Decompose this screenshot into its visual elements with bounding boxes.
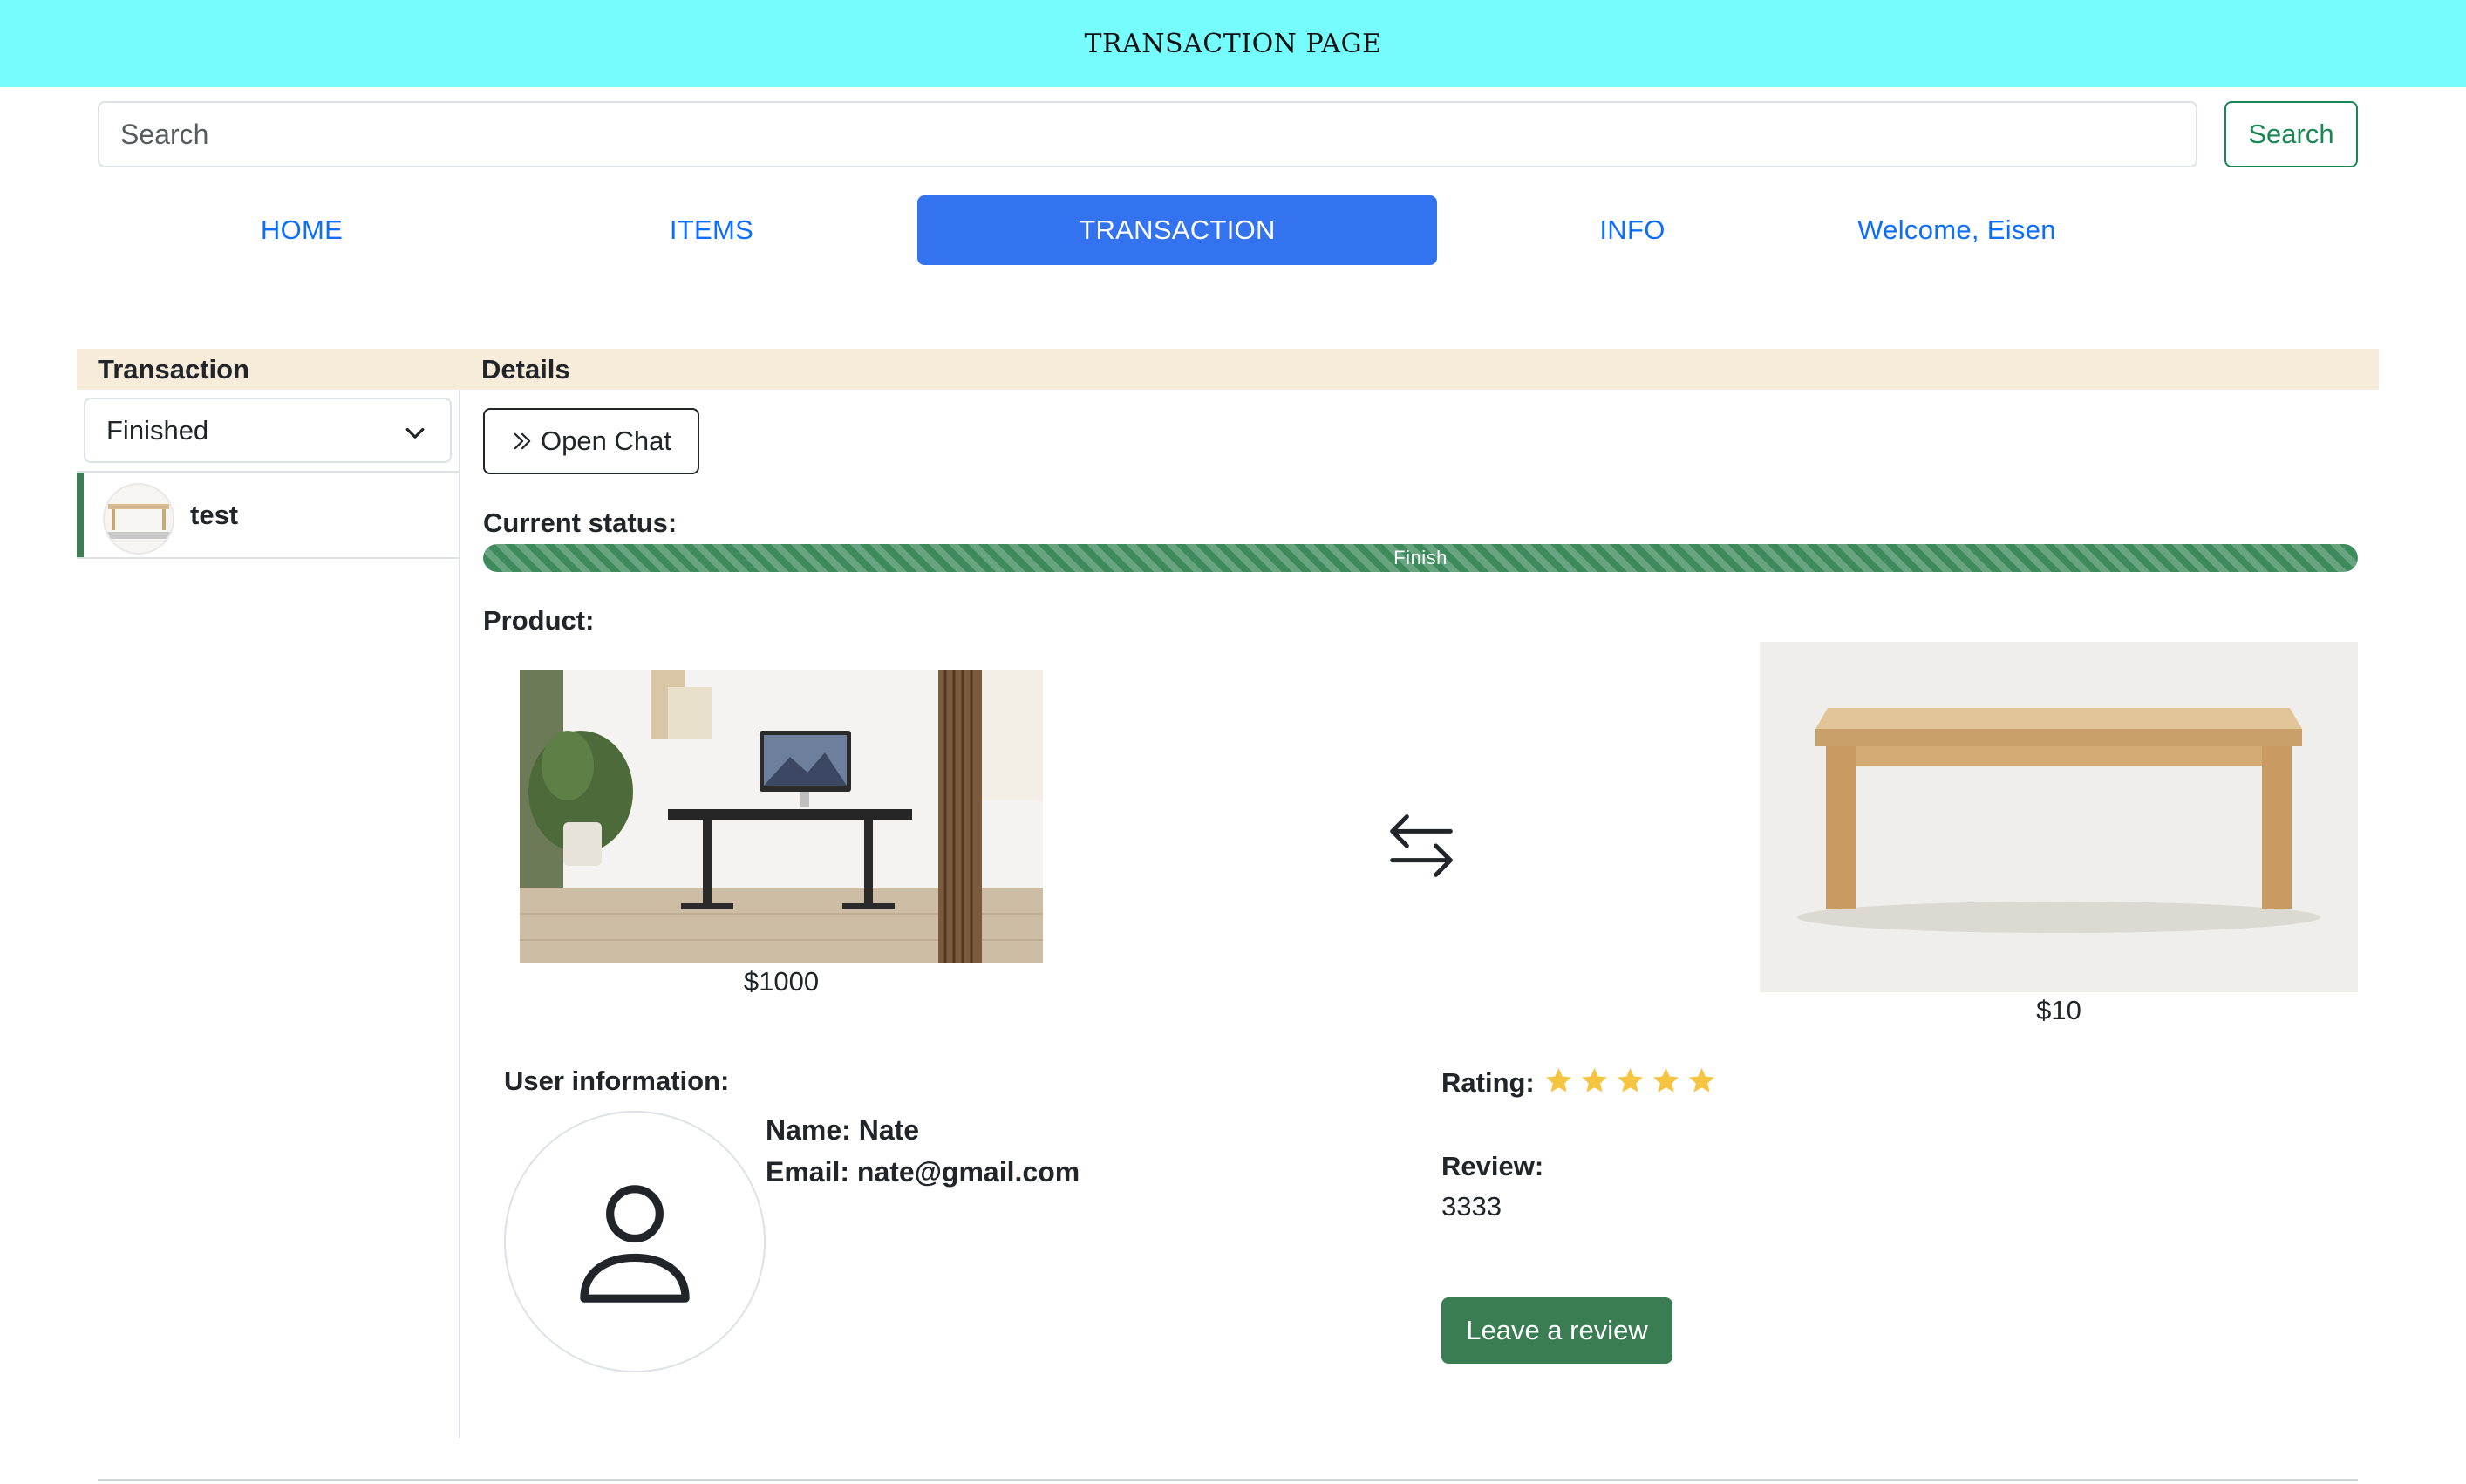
page-title: TRANSACTION PAGE bbox=[1084, 28, 1382, 59]
star-icon bbox=[1545, 1067, 1572, 1093]
star-icon bbox=[1652, 1067, 1679, 1093]
product-price-right: $10 bbox=[2036, 995, 2081, 1025]
star-icon bbox=[1581, 1067, 1608, 1093]
user-avatar bbox=[504, 1111, 766, 1372]
current-status-label: Current status: bbox=[483, 507, 678, 538]
user-info-label: User information: bbox=[504, 1065, 730, 1096]
person-icon bbox=[580, 1185, 690, 1303]
status-text: Finish bbox=[1393, 547, 1448, 568]
status-filter-value: Finished bbox=[106, 414, 209, 446]
status-filter-select[interactable]: Finished bbox=[84, 398, 452, 463]
transaction-name: test bbox=[190, 499, 239, 530]
rating-stars bbox=[1543, 1065, 1717, 1096]
status-progress-fill: Finish bbox=[483, 544, 2358, 572]
product-image-desk bbox=[520, 670, 1043, 963]
open-chat-label: Open Chat bbox=[541, 425, 671, 456]
open-chat-button[interactable]: Open Chat bbox=[483, 408, 699, 474]
review-text: 3333 bbox=[1441, 1191, 1502, 1222]
nav-welcome-user[interactable]: Welcome, Eisen bbox=[1826, 195, 2088, 265]
nav-info[interactable]: INFO bbox=[1528, 195, 1737, 265]
status-progress-bar: Finish bbox=[483, 544, 2358, 572]
transaction-heading: Transaction bbox=[98, 353, 249, 385]
page-header: TRANSACTION PAGE bbox=[0, 0, 2466, 87]
star-icon bbox=[1617, 1067, 1644, 1093]
user-email: Email: nate@gmail.com bbox=[766, 1156, 1080, 1188]
column-divider bbox=[459, 390, 460, 1438]
product-label: Product: bbox=[483, 605, 595, 636]
nav-items[interactable]: ITEMS bbox=[607, 195, 816, 265]
chevron-down-icon bbox=[405, 427, 425, 439]
section-header bbox=[77, 349, 2379, 390]
details-heading: Details bbox=[481, 353, 570, 385]
review-label: Review: bbox=[1441, 1151, 1544, 1181]
nav-transaction[interactable]: TRANSACTION bbox=[917, 195, 1437, 265]
product-image-table bbox=[1760, 642, 2358, 992]
item-thumbnail bbox=[103, 483, 174, 555]
user-name: Name: Nate bbox=[766, 1114, 920, 1146]
swap-arrows-icon bbox=[1390, 814, 1453, 877]
selected-indicator bbox=[77, 473, 84, 557]
search-button[interactable]: Search bbox=[2224, 101, 2358, 167]
rating-label: Rating: bbox=[1441, 1067, 1535, 1098]
product-price-left: $1000 bbox=[743, 966, 820, 997]
star-icon bbox=[1688, 1067, 1715, 1093]
footer-divider bbox=[98, 1479, 2358, 1481]
search-input[interactable] bbox=[98, 101, 2197, 167]
nav-home[interactable]: HOME bbox=[197, 195, 406, 265]
double-chevron-right-icon bbox=[514, 432, 531, 450]
transaction-list-item[interactable]: test bbox=[77, 471, 459, 559]
leave-review-button[interactable]: Leave a review bbox=[1441, 1297, 1672, 1364]
